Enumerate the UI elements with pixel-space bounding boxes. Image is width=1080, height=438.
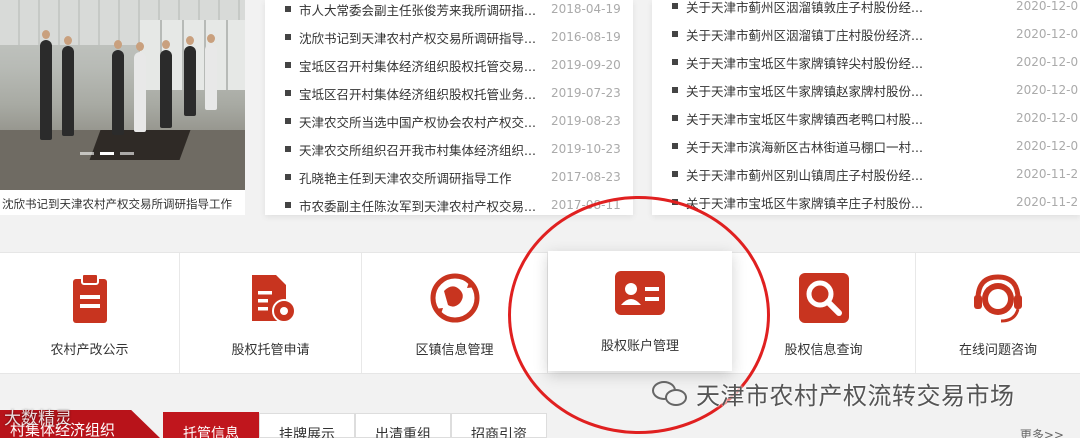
notice-date: 2020-12-0 (1016, 83, 1079, 97)
bullet-icon (285, 202, 291, 208)
news-date: 2019-07-23 (551, 86, 621, 100)
news-title[interactable]: 天津农交所组织召开我市村集体经济组织... (299, 140, 536, 159)
watermark-text: 天津市农村产权流转交易市场 (696, 382, 1015, 410)
menu-item-equity-account-manage[interactable]: 股权账户管理 (548, 251, 732, 371)
bullet-icon (285, 146, 291, 152)
menu-item-equity-info-query[interactable]: 股权信息查询 (732, 253, 916, 373)
notice-date: 2020-12-0 (1016, 0, 1079, 13)
news-date: 2019-10-23 (551, 142, 621, 156)
notice-title[interactable]: 关于天津市宝坻区牛家牌镇赵家牌村股份... (686, 81, 923, 100)
menu-label: 农村产改公示 (50, 343, 129, 358)
bullet-icon (672, 171, 678, 177)
bullet-icon (672, 199, 678, 205)
service-menu: 农村产改公示 股权托管申请 区镇信息管理 股权账户管理 股权信息查询 在线问题咨… (0, 251, 1080, 374)
bullet-icon (672, 115, 678, 121)
notice-date: 2020-11-2 (1016, 167, 1079, 181)
notice-list-card: 关于天津市蓟州区洇溜镇敦庄子村股份经... 2020-12-0 关于天津市蓟州区洇溜… (652, 0, 1080, 215)
news-item[interactable]: 宝坻区召开村集体经济组织股权托管交易... (285, 55, 536, 75)
bullet-icon (285, 174, 291, 180)
wechat-watermark: 天津市农村产权流转交易市场 (652, 376, 1015, 411)
news-title[interactable]: 市人大常委会副主任张俊芳来我所调研指... (299, 0, 536, 19)
bottom-tab-bar: 村集体经济组织 托管信息 挂牌展示 出清重组 招商引资 更多>> (0, 410, 1080, 438)
menu-item-online-consult[interactable]: 在线问题咨询 (916, 253, 1080, 373)
wechat-icon (652, 379, 690, 409)
notice-title[interactable]: 关于天津市蓟州区洇溜镇丁庄村股份经济... (686, 25, 923, 44)
globe-refresh-icon (430, 273, 479, 323)
id-card-icon (615, 271, 665, 315)
news-title[interactable]: 孔晓艳主任到天津农交所调研指导工作 (299, 168, 512, 187)
tab-investment-attraction[interactable]: 招商引资 (451, 413, 547, 438)
news-item[interactable]: 孔晓艳主任到天津农交所调研指导工作 (285, 167, 512, 187)
news-item[interactable]: 市人大常委会副主任张俊芳来我所调研指... (285, 0, 536, 19)
notice-date: 2020-12-0 (1016, 55, 1079, 69)
news-title[interactable]: 宝坻区召开村集体经济组织股权托管交易... (299, 56, 536, 75)
notice-date: 2020-12-0 (1016, 139, 1079, 153)
news-photo-card[interactable]: 沈欣书记到天津农村产权交易所调研指导工作 (0, 0, 245, 215)
menu-label: 在线问题咨询 (958, 343, 1037, 358)
menu-label: 股权信息查询 (784, 343, 863, 358)
news-title[interactable]: 宝坻区召开村集体经济组织股权托管业务... (299, 84, 536, 103)
news-item[interactable]: 沈欣书记到天津农村产权交易所调研指导... (285, 27, 536, 47)
notice-item[interactable]: 关于天津市宝坻区牛家牌镇赵家牌村股份... (672, 80, 923, 100)
carousel-dots[interactable] (80, 152, 134, 155)
menu-item-rural-reform-public[interactable]: 农村产改公示 (0, 253, 180, 373)
news-title[interactable]: 市农委副主任陈汝军到天津农村产权交易... (299, 196, 536, 215)
menu-label: 区镇信息管理 (415, 343, 494, 358)
news-date: 2019-08-23 (551, 114, 621, 128)
bullet-icon (285, 118, 291, 124)
notice-item[interactable]: 关于天津市蓟州区洇溜镇敦庄子村股份经... (672, 0, 923, 16)
bullet-icon (285, 34, 291, 40)
menu-item-equity-custody-apply[interactable]: 股权托管申请 (180, 253, 362, 373)
bullet-icon (672, 87, 678, 93)
headset-icon (974, 274, 1022, 323)
tab-custody-info[interactable]: 托管信息 (163, 412, 259, 438)
tab-clearance-restructure[interactable]: 出清重组 (355, 413, 451, 438)
notice-title[interactable]: 关于天津市滨海新区古林街道马棚口一村... (686, 137, 923, 156)
notice-item[interactable]: 关于天津市蓟州区洇溜镇丁庄村股份经济... (672, 24, 923, 44)
news-date: 2017-08-11 (551, 198, 621, 212)
notice-title[interactable]: 关于天津市宝坻区牛家牌镇辛庄子村股份... (686, 193, 923, 212)
notice-item[interactable]: 关于天津市宝坻区牛家牌镇锌尖村股份经... (672, 52, 923, 72)
news-title[interactable]: 沈欣书记到天津农村产权交易所调研指导... (299, 28, 536, 47)
notice-item[interactable]: 关于天津市滨海新区古林街道马棚口一村... (672, 136, 923, 156)
search-icon (798, 273, 849, 323)
notice-item[interactable]: 关于天津市宝坻区牛家牌镇辛庄子村股份... (672, 192, 923, 212)
photo-caption[interactable]: 沈欣书记到天津农村产权交易所调研指导工作 (2, 196, 232, 212)
menu-label: 股权账户管理 (600, 339, 679, 354)
clipboard-icon (72, 273, 107, 323)
bullet-icon (672, 31, 678, 37)
news-date: 2017-08-23 (551, 170, 621, 184)
notice-item[interactable]: 关于天津市蓟州区别山镇周庄子村股份经... (672, 164, 923, 184)
news-photo[interactable] (0, 0, 245, 190)
notice-date: 2020-12-0 (1016, 27, 1079, 41)
news-item[interactable]: 天津农交所组织召开我市村集体经济组织... (285, 139, 536, 159)
notice-title[interactable]: 关于天津市蓟州区别山镇周庄子村股份经... (686, 165, 923, 184)
bullet-icon (285, 6, 291, 12)
notice-date: 2020-11-2 (1016, 195, 1079, 209)
news-item[interactable]: 宝坻区召开村集体经济组织股权托管业务... (285, 83, 536, 103)
bullet-icon (285, 62, 291, 68)
bullet-icon (672, 59, 678, 65)
news-date: 2018-04-19 (551, 2, 621, 16)
notice-title[interactable]: 关于天津市蓟州区洇溜镇敦庄子村股份经... (686, 0, 923, 16)
news-date: 2016-08-19 (551, 30, 621, 44)
document-gear-icon (251, 275, 296, 323)
bullet-icon (672, 143, 678, 149)
news-item[interactable]: 市农委副主任陈汝军到天津农村产权交易... (285, 195, 536, 215)
notice-title[interactable]: 关于天津市宝坻区牛家牌镇西老鸭口村股... (686, 109, 923, 128)
notice-date: 2020-12-0 (1016, 111, 1079, 125)
bullet-icon (285, 90, 291, 96)
notice-item[interactable]: 关于天津市宝坻区牛家牌镇西老鸭口村股... (672, 108, 923, 128)
more-link[interactable]: 更多>> (1020, 426, 1064, 438)
news-date: 2019-09-20 (551, 58, 621, 72)
news-title[interactable]: 天津农交所当选中国产权协会农村产权交... (299, 112, 536, 131)
news-list-card: 市人大常委会副主任张俊芳来我所调研指... 2018-04-19 沈欣书记到天津农村… (265, 0, 633, 215)
bullet-icon (672, 3, 678, 9)
menu-label: 股权托管申请 (231, 343, 310, 358)
brand-watermark: 大数精灵 (4, 409, 72, 429)
notice-title[interactable]: 关于天津市宝坻区牛家牌镇锌尖村股份经... (686, 53, 923, 72)
tab-listing-display[interactable]: 挂牌展示 (259, 413, 355, 438)
news-item[interactable]: 天津农交所当选中国产权协会农村产权交... (285, 111, 536, 131)
menu-item-district-info-manage[interactable]: 区镇信息管理 (362, 253, 548, 373)
